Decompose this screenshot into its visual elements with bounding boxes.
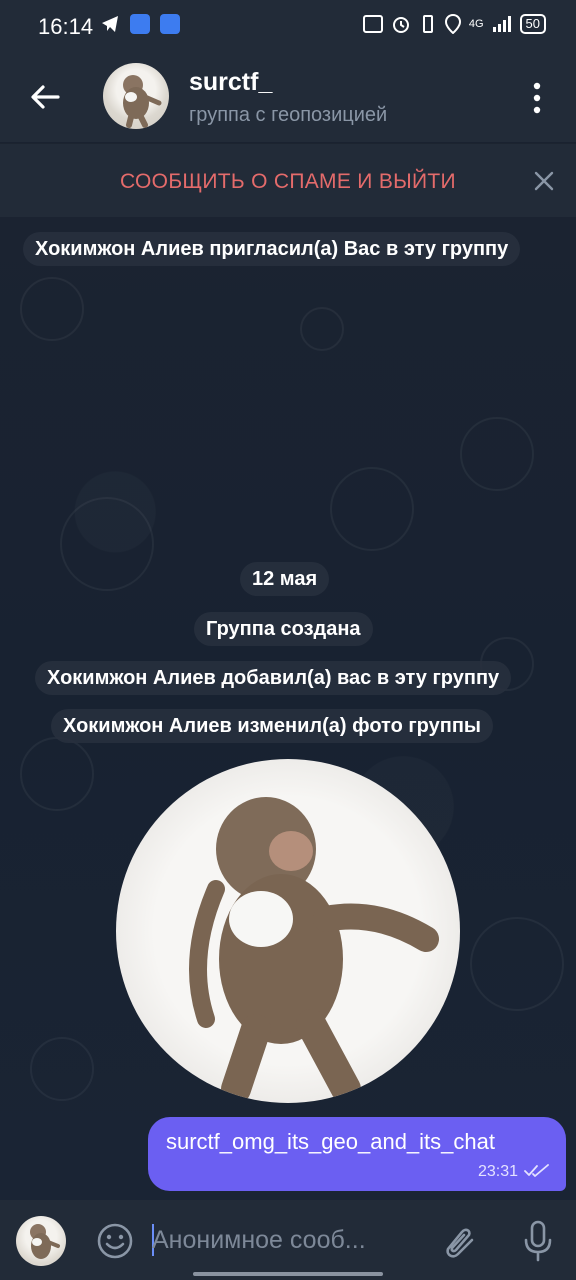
telegram-icon xyxy=(102,16,118,32)
attach-icon[interactable] xyxy=(442,1222,478,1262)
back-arrow-icon[interactable] xyxy=(28,80,62,114)
message-input[interactable] xyxy=(152,1220,412,1260)
vibrate-icon xyxy=(422,15,433,33)
location-icon xyxy=(444,14,461,34)
service-message-invite: Хокимжон Алиев пригласил(а) Вас в эту гр… xyxy=(23,232,521,266)
close-icon[interactable] xyxy=(534,171,554,191)
message-time: 23:31 xyxy=(477,1163,518,1180)
battery-indicator: 50 xyxy=(519,14,546,34)
message-input-bar xyxy=(0,1200,576,1280)
network-indicator: 4G xyxy=(468,18,484,30)
group-photo[interactable] xyxy=(116,759,460,1103)
home-indicator[interactable] xyxy=(193,1272,383,1276)
chat-subtitle[interactable]: группа с геопозицией xyxy=(189,104,387,127)
status-right-icons: 4G 50 xyxy=(362,14,546,34)
send-as-avatar[interactable] xyxy=(16,1216,66,1266)
chat-header: surctf_ группа с геопозицией xyxy=(0,52,576,142)
service-message-added: Хокимжон Алиев добавил(а) вас в эту груп… xyxy=(35,661,512,695)
chat-messages-area[interactable]: Хокимжон Алиев пригласил(а) Вас в эту гр… xyxy=(0,217,576,1200)
microphone-icon[interactable] xyxy=(522,1220,554,1262)
app-notification-icon xyxy=(130,14,150,34)
spam-report-bar: СООБЩИТЬ О СПАМЕ И ВЫЙТИ xyxy=(0,143,576,218)
date-badge: 12 мая xyxy=(240,562,330,596)
status-bar: 16:14 4G 50 xyxy=(0,0,576,52)
outgoing-message[interactable]: surctf_omg_its_geo_and_its_chat 23:31 xyxy=(148,1117,566,1191)
image-icon xyxy=(362,15,383,33)
app-notification-icon xyxy=(160,14,180,34)
message-text: surctf_omg_its_geo_and_its_chat xyxy=(166,1129,495,1154)
service-message-created: Группа создана xyxy=(194,612,373,646)
notification-icons xyxy=(100,14,180,34)
more-options-icon[interactable] xyxy=(526,80,548,116)
signal-icon xyxy=(492,16,511,32)
monkey-image xyxy=(30,1224,60,1259)
service-message-photo-changed: Хокимжон Алиев изменил(а) фото группы xyxy=(51,709,493,743)
double-check-icon xyxy=(524,1164,549,1177)
monkey-image xyxy=(189,797,439,1103)
alarm-icon xyxy=(392,17,409,33)
monkey-image xyxy=(123,75,162,128)
emoji-icon[interactable] xyxy=(96,1222,134,1260)
report-spam-button[interactable]: СООБЩИТЬ О СПАМЕ И ВЫЙТИ xyxy=(0,170,576,194)
chat-title[interactable]: surctf_ xyxy=(189,68,272,97)
status-time: 16:14 xyxy=(38,14,94,39)
group-avatar[interactable] xyxy=(103,63,169,129)
